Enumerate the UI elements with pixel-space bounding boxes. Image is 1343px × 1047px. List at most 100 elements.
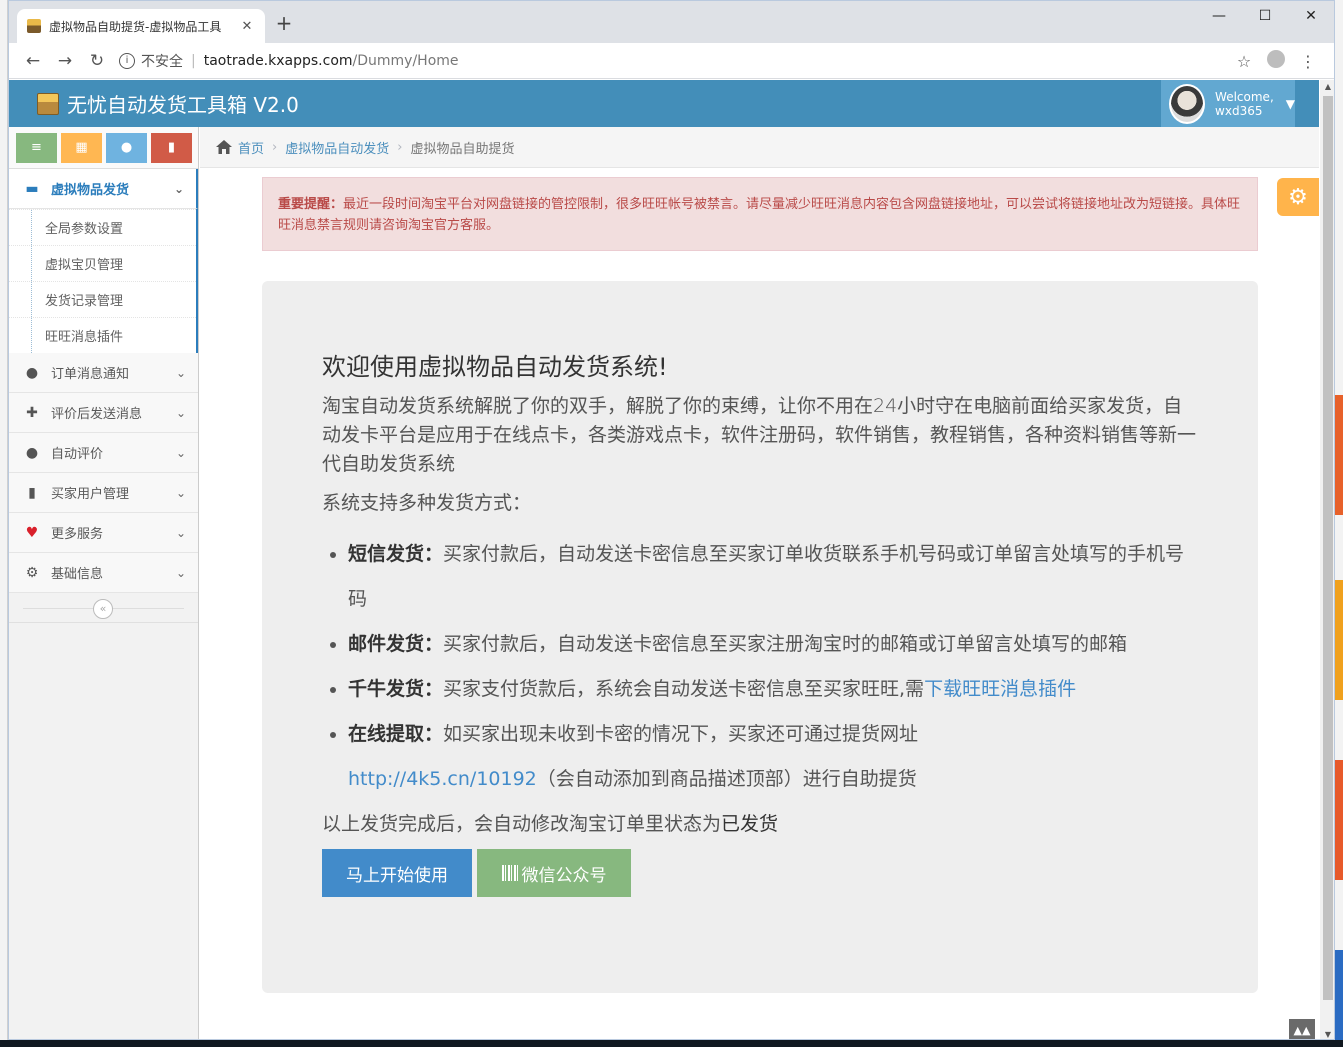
favicon-icon: [27, 19, 41, 33]
caret-down-icon: ▼: [1285, 96, 1295, 111]
browser-tab[interactable]: 虚拟物品自助提货-虚拟物品工具 ✕: [17, 9, 265, 43]
method-desc: 买家付款后，自动发送卡密信息至买家注册淘宝时的邮箱或订单留言处填写的邮箱: [443, 633, 1128, 655]
submenu-item-virtual-goods[interactable]: 虚拟宝贝管理: [9, 245, 196, 281]
method-desc: 买家付款后，自动发送卡密信息至买家订单收货联系手机号码或订单留言处填写的手机号码: [348, 543, 1185, 610]
app-page: 无忧自动发货工具箱 V2.0 Welcome, wxd365 ▼ ≡ ▦ ● ▮…: [9, 80, 1319, 1039]
shortcut-book-button[interactable]: ▮: [151, 132, 192, 163]
delivery-methods-intro: 系统支持多种发货方式：: [322, 492, 532, 514]
welcome-label: Welcome,: [1215, 89, 1274, 104]
back-button[interactable]: ←: [17, 51, 49, 71]
submenu-item-delivery-records[interactable]: 发货记录管理: [9, 281, 196, 317]
chevron-down-icon: ⌄: [175, 365, 186, 380]
sidebar-item-auto-review[interactable]: ● 自动评价 ⌄: [9, 433, 198, 473]
chevron-down-icon: ⌄: [175, 445, 186, 460]
shortcut-list-button[interactable]: ≡: [16, 132, 57, 163]
sidebar-item-label: 订单消息通知: [51, 367, 130, 382]
tab-title: 虚拟物品自助提货-虚拟物品工具: [49, 19, 222, 34]
scroll-to-top-button[interactable]: ▲▲: [1289, 1019, 1315, 1039]
submenu-item-global-settings[interactable]: 全局参数设置: [9, 209, 196, 245]
sidebar-item-label: 虚拟物品发货: [51, 183, 130, 198]
insecure-label: 不安全: [141, 54, 183, 70]
method-desc: 如买家出现未收到卡密的情况下，买家还可通过提货网址: [443, 723, 919, 745]
download-plugin-link[interactable]: 下载旺旺消息插件: [924, 678, 1076, 700]
gear-icon: ⚙: [25, 564, 39, 581]
chevron-down-icon: ⌄: [175, 405, 186, 420]
pickup-url-link[interactable]: http://4k5.cn/10192: [348, 768, 537, 790]
profile-button[interactable]: [1260, 50, 1292, 72]
bookmark-star-icon[interactable]: ☆: [1228, 52, 1260, 71]
reload-button[interactable]: ↻: [81, 51, 113, 71]
scrollbar-thumb[interactable]: [1323, 96, 1333, 1000]
page-scrollbar[interactable]: ▲ ▼: [1320, 80, 1334, 1039]
sidebar-collapse: «: [9, 593, 198, 623]
breadcrumb: 首页 › 虚拟物品自动发货 › 虚拟物品自助提货: [200, 127, 1319, 168]
delivery-methods-list: 短信发货：买家付款后，自动发送卡密信息至买家订单收货联系手机号码或订单留言处填写…: [348, 532, 1198, 802]
main-content: 首页 › 虚拟物品自动发货 › 虚拟物品自助提货 ⚙ 重要提醒：最近一段时间淘宝…: [200, 127, 1319, 1039]
minimize-button[interactable]: —: [1196, 1, 1242, 31]
chevron-down-icon: ⌄: [175, 525, 186, 540]
shortcut-calendar-button[interactable]: ▦: [61, 132, 102, 163]
browser-menu-icon[interactable]: ⋮: [1292, 52, 1324, 71]
scroll-down-icon[interactable]: ▼: [1320, 1030, 1334, 1039]
breadcrumb-current: 虚拟物品自助提货: [410, 141, 515, 157]
desktop-left-edge: [0, 0, 8, 1047]
desktop-window-fragment: [1335, 760, 1343, 880]
app-navbar: 无忧自动发货工具箱 V2.0 Welcome, wxd365 ▼: [9, 80, 1319, 127]
sidebar-item-label: 基础信息: [51, 567, 104, 582]
settings-gear-button[interactable]: ⚙: [1277, 178, 1319, 216]
sidebar-item-review-message[interactable]: ✚ 评价后发送消息 ⌄: [9, 393, 198, 433]
shortcut-comment-button[interactable]: ●: [106, 132, 147, 163]
forward-button[interactable]: →: [49, 51, 81, 71]
os-taskbar: [0, 1040, 1343, 1047]
submenu-item-wangwang-plugin[interactable]: 旺旺消息插件: [9, 317, 196, 353]
address-separator: |: [191, 53, 196, 69]
sidebar-item-more-services[interactable]: ♥ 更多服务 ⌄: [9, 513, 198, 553]
brand-title[interactable]: 无忧自动发货工具箱 V2.0: [67, 89, 299, 118]
sidebar: ≡ ▦ ● ▮ ▬ 虚拟物品发货 ⌄ 全局参数设置 虚拟宝贝管理 发货记录管理 …: [9, 127, 199, 1039]
desktop-icon: ▬: [25, 180, 39, 197]
sidebar-item-label: 自动评价: [51, 447, 104, 462]
sidebar-item-basic-info[interactable]: ⚙ 基础信息 ⌄: [9, 553, 198, 593]
final-note: 以上发货完成后，会自动修改淘宝订单里状态为已发货: [322, 810, 1198, 839]
sidebar-submenu: 全局参数设置 虚拟宝贝管理 发货记录管理 旺旺消息插件: [9, 209, 198, 353]
user-menu[interactable]: Welcome, wxd365 ▼: [1161, 80, 1295, 127]
chevron-down-icon: ⌄: [175, 485, 186, 500]
toolbar-right: ☆ ⋮: [1228, 50, 1324, 72]
desktop-window-fragment: [1335, 395, 1343, 515]
tab-close-icon[interactable]: ✕: [239, 19, 255, 34]
method-desc-suffix: （会自动添加到商品描述顶部）进行自助提货: [536, 768, 917, 790]
breadcrumb-separator: ›: [397, 139, 403, 155]
browser-toolbar: ← → ↻ i 不安全 | taotrade.kxapps.com/Dummy/…: [9, 43, 1334, 79]
final-note-text: 以上发货完成后，会自动修改淘宝订单里状态为: [322, 813, 722, 835]
gift-icon: ✚: [26, 404, 38, 421]
wechat-button[interactable]: 微信公众号: [477, 849, 631, 897]
breadcrumb-level1-link[interactable]: 虚拟物品自动发货: [285, 138, 389, 157]
close-window-button[interactable]: ✕: [1288, 1, 1334, 31]
url-path: /Dummy/Home: [352, 53, 459, 69]
sidebar-item-buyer-management[interactable]: ▮ 买家用户管理 ⌄: [9, 473, 198, 513]
username: wxd365: [1215, 103, 1263, 118]
maximize-button[interactable]: ☐: [1242, 1, 1288, 31]
comment-icon: ●: [25, 364, 39, 381]
site-info-icon[interactable]: i: [119, 53, 135, 69]
chevron-down-icon: ⌄: [173, 181, 184, 196]
scroll-up-icon[interactable]: ▲: [1320, 82, 1334, 91]
user-avatar: [1169, 83, 1206, 124]
collapse-sidebar-icon[interactable]: «: [93, 599, 113, 619]
welcome-heading: 欢迎使用虚拟物品自动发货系统!: [322, 353, 668, 381]
new-tab-button[interactable]: +: [271, 11, 297, 35]
sidebar-item-virtual-delivery[interactable]: ▬ 虚拟物品发货 ⌄: [9, 169, 198, 209]
sidebar-item-order-notify[interactable]: ● 订单消息通知 ⌄: [9, 353, 198, 393]
sidebar-item-label: 买家用户管理: [51, 487, 130, 502]
barcode-icon: [501, 865, 518, 881]
start-using-button[interactable]: 马上开始使用: [322, 849, 472, 897]
desktop-window-fragment: [1335, 580, 1343, 700]
breadcrumb-home-link[interactable]: 首页: [238, 138, 264, 157]
address-bar[interactable]: i 不安全 | taotrade.kxapps.com/Dummy/Home: [119, 48, 1234, 74]
brand-box-icon: [37, 92, 59, 115]
window-controls: — ☐ ✕: [1196, 1, 1334, 31]
desktop-right-edge: [1335, 0, 1343, 1047]
method-name: 邮件发货：: [348, 633, 444, 655]
alert-title: 重要提醒：: [278, 197, 344, 212]
sidebar-item-label: 更多服务: [51, 527, 104, 542]
